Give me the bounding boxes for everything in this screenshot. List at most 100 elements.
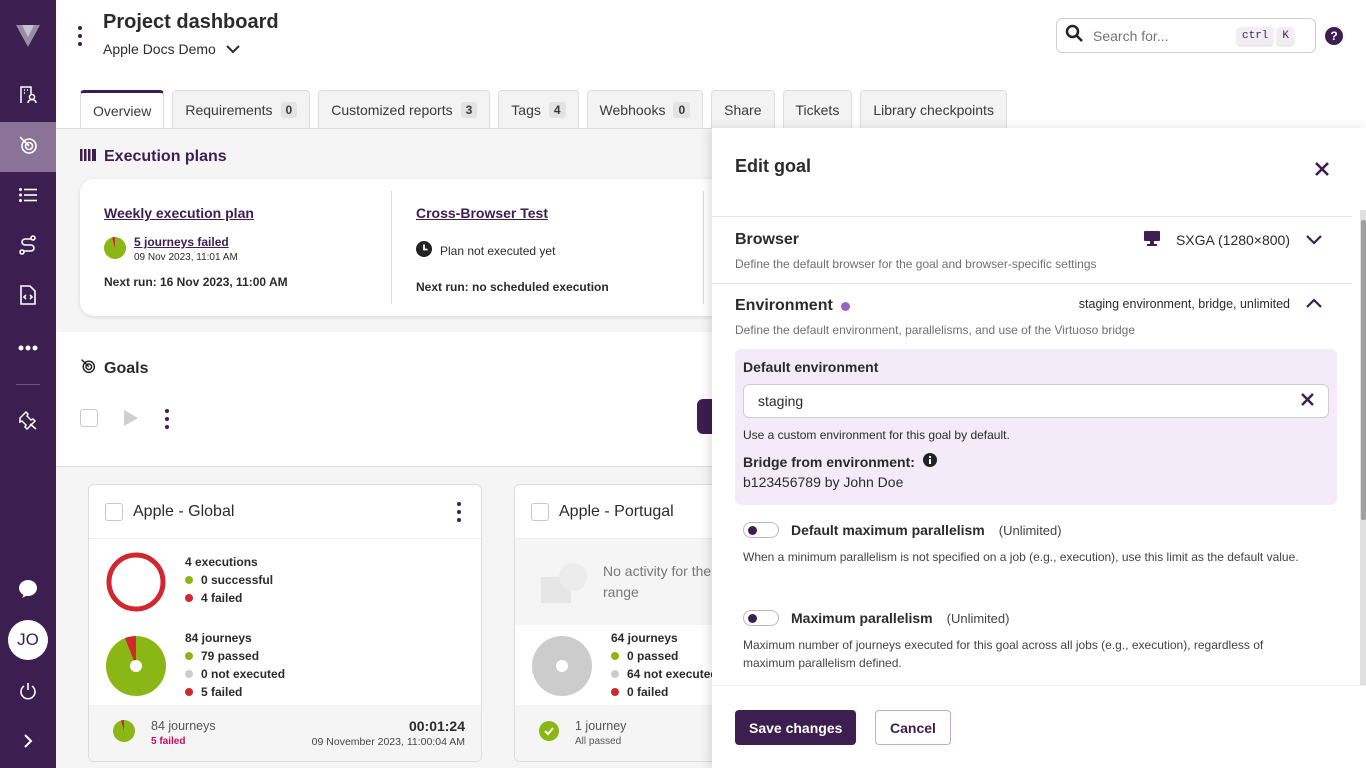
- environment-summary-text: staging environment, bridge, unlimited: [1078, 297, 1290, 311]
- expand-sidebar-button[interactable]: [0, 718, 56, 768]
- tab-requirements[interactable]: Requirements 0: [172, 90, 311, 128]
- goal-checkbox[interactable]: [531, 502, 549, 521]
- info-icon[interactable]: [922, 453, 937, 470]
- route-icon: [19, 234, 37, 260]
- tab-share[interactable]: Share: [711, 90, 775, 128]
- max-parallelism-row: Maximum parallelism (Unlimited): [743, 610, 1009, 626]
- section-title: Execution plans: [104, 148, 227, 165]
- check-circle-icon: [539, 720, 559, 746]
- sidebar-item-more[interactable]: [0, 322, 56, 372]
- close-panel-button[interactable]: [1315, 159, 1329, 182]
- goal-card-footer[interactable]: 1 journey All passed: [515, 705, 716, 761]
- goals-menu-button[interactable]: [165, 409, 173, 429]
- goal-menu-button[interactable]: [457, 501, 465, 522]
- play-icon[interactable]: [124, 410, 138, 431]
- select-all-checkbox[interactable]: [80, 409, 98, 427]
- toggle-label: Default maximum parallelism: [791, 522, 985, 538]
- no-activity-area: No activity for the selected range: [515, 539, 716, 625]
- footer-status: All passed: [575, 736, 622, 747]
- goal-card[interactable]: Apple - Global 4 executions 0 successful…: [88, 484, 482, 762]
- logo-icon[interactable]: [0, 0, 56, 72]
- toggle-label: Maximum parallelism: [791, 610, 933, 626]
- no-activity-illustration-icon: [539, 561, 591, 610]
- goal-card[interactable]: Apple - Portugal No activity for the sel…: [514, 484, 716, 762]
- legend-passed: 79 passed: [185, 647, 285, 665]
- tab-tags[interactable]: Tags 4: [498, 90, 579, 128]
- search-input[interactable]: [1093, 27, 1233, 44]
- chat-button[interactable]: [0, 566, 56, 616]
- shortcut-ctrl: ctrl: [1237, 26, 1274, 45]
- legend-label: 64 not executed: [627, 667, 716, 681]
- goals-toolbar-area: Goals: [56, 332, 716, 467]
- default-environment-input[interactable]: staging: [743, 384, 1329, 418]
- avatar[interactable]: JO: [8, 620, 48, 660]
- footer-date: 09 November 2023, 11:00:04 AM: [311, 736, 465, 748]
- tab-overview[interactable]: Overview: [80, 90, 165, 129]
- list-icon: [19, 187, 37, 207]
- sidebar-item-requirements[interactable]: [0, 72, 56, 122]
- sidebar-divider: [16, 384, 40, 385]
- close-icon: [1315, 159, 1329, 181]
- monitor-icon: [1143, 231, 1160, 249]
- code-file-icon: [19, 284, 37, 310]
- project-name: Apple Docs Demo: [103, 41, 216, 57]
- legend-label: 0 not executed: [201, 667, 286, 681]
- help-icon[interactable]: ?: [1325, 27, 1343, 45]
- count-badge: 4: [548, 101, 566, 118]
- browser-value[interactable]: SXGA (1280×800): [1143, 231, 1322, 249]
- tab-customized-reports[interactable]: Customized reports 3: [318, 90, 491, 128]
- default-max-parallelism-toggle[interactable]: [743, 522, 779, 538]
- plan-status-link[interactable]: 5 journeys failed: [134, 235, 238, 249]
- tab-bar: Overview Requirements 0 Customized report…: [80, 90, 1007, 129]
- journeys-legend: 64 journeys 0 passed 64 not executed 0 f…: [611, 629, 716, 701]
- search-box[interactable]: ctrl K: [1056, 18, 1316, 53]
- sidebar-item-flows[interactable]: [0, 222, 56, 272]
- page-title: Project dashboard: [103, 11, 279, 33]
- default-max-parallelism-row: Default maximum parallelism (Unlimited): [743, 522, 1062, 538]
- journeys-count: 84 journeys: [185, 631, 252, 645]
- more-icon: [18, 338, 38, 356]
- project-selector[interactable]: Apple Docs Demo: [103, 41, 240, 57]
- save-changes-button[interactable]: Save changes: [735, 710, 857, 745]
- goals-heading: Goals: [80, 358, 148, 379]
- tab-label: Overview: [93, 103, 152, 119]
- legend-passed: 0 passed: [611, 647, 716, 665]
- cancel-button[interactable]: Cancel: [875, 710, 951, 745]
- goal-card-footer[interactable]: 84 journeys 5 failed 00:01:24 09 Novembe…: [89, 705, 481, 761]
- legend-not-executed: 0 not executed: [185, 665, 285, 683]
- max-parallelism-toggle[interactable]: [743, 610, 779, 626]
- footer-duration: 00:01:24: [408, 718, 465, 734]
- tab-tickets[interactable]: Tickets: [782, 90, 853, 128]
- plan-link[interactable]: Weekly execution plan: [104, 205, 367, 221]
- browser-section[interactable]: Browser Define the default browser for t…: [712, 216, 1352, 283]
- plan-pie-icon: [104, 236, 126, 262]
- sidebar-item-journeys[interactable]: [0, 172, 56, 222]
- toggle-value: (Unlimited): [946, 610, 1010, 626]
- chevron-down-icon: [226, 41, 240, 57]
- shortcut-k: K: [1277, 26, 1295, 45]
- environment-summary[interactable]: staging environment, bridge, unlimited: [1079, 297, 1322, 311]
- panel-scrollbar-thumb[interactable]: [1361, 220, 1366, 520]
- sidebar-item-extensions[interactable]: [0, 272, 56, 322]
- max-parallelism-description: Maximum number of journeys executed for …: [743, 638, 1264, 670]
- tab-webhooks[interactable]: Webhooks 0: [586, 90, 704, 128]
- legend-label: 0 passed: [627, 649, 679, 663]
- project-menu-button[interactable]: [78, 26, 86, 46]
- plan-next-run: Next run: no scheduled execution: [416, 280, 609, 294]
- goals-icon: [18, 135, 38, 160]
- goal-checkbox[interactable]: [105, 502, 123, 521]
- no-activity-text: No activity for the selected range: [603, 563, 716, 600]
- logout-button[interactable]: [0, 668, 56, 718]
- sidebar-item-goals[interactable]: [0, 122, 56, 172]
- clear-icon[interactable]: [1301, 393, 1314, 409]
- tab-library-checkpoints[interactable]: Library checkpoints: [860, 90, 1007, 128]
- footer-status: 5 failed: [151, 736, 186, 747]
- sidebar-item-pinned[interactable]: [0, 397, 56, 447]
- plan-next-run: Next run: 16 Nov 2023, 11:00 AM: [104, 275, 288, 289]
- goal-name: Apple - Portugal: [559, 502, 674, 520]
- columns-icon: [80, 148, 96, 166]
- requirements-icon: [18, 85, 38, 110]
- plan-link[interactable]: Cross-Browser Test: [416, 205, 679, 221]
- chevron-up-icon: [1306, 297, 1322, 311]
- goals-icon: [80, 358, 96, 379]
